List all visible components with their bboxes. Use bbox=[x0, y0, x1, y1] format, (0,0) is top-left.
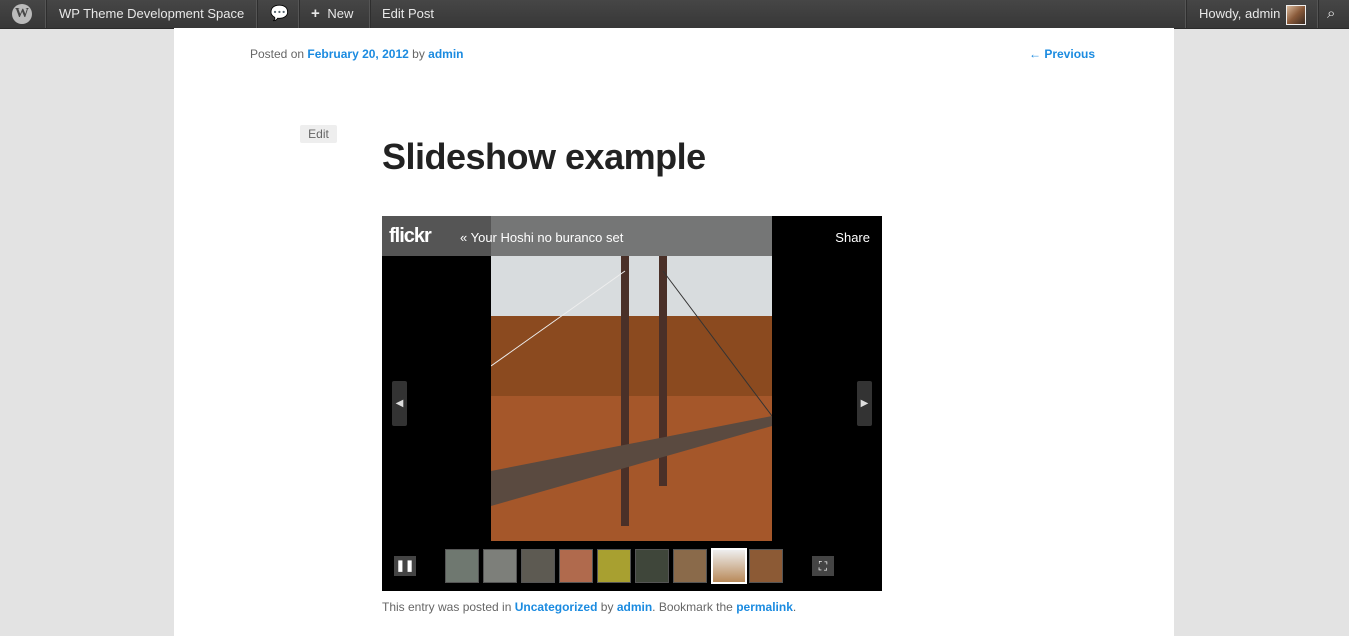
new-content-button[interactable]: + New bbox=[311, 0, 353, 28]
thumbnail[interactable] bbox=[711, 548, 747, 584]
by-label: by bbox=[412, 47, 425, 61]
next-arrow-icon[interactable]: ▶ bbox=[857, 381, 872, 426]
permalink-link[interactable]: permalink bbox=[736, 600, 793, 614]
edit-post-link[interactable]: Edit Post bbox=[382, 0, 434, 28]
entry-footer: This entry was posted in Uncategorized b… bbox=[382, 600, 796, 614]
edit-post-button[interactable]: Edit bbox=[300, 125, 337, 143]
howdy-user-menu[interactable]: Howdy, admin bbox=[1199, 0, 1280, 28]
page-title: Slideshow example bbox=[382, 136, 706, 177]
category-link[interactable]: Uncategorized bbox=[515, 600, 598, 614]
slideshow-photo bbox=[490, 216, 773, 541]
thumbnail[interactable] bbox=[445, 549, 479, 583]
previous-post-link[interactable]: ← Previous bbox=[1029, 47, 1095, 61]
thumbnail[interactable] bbox=[597, 549, 631, 583]
footer-text: . Bookmark the bbox=[652, 600, 733, 614]
new-label: New bbox=[327, 6, 354, 21]
thumbnail[interactable] bbox=[521, 549, 555, 583]
separator bbox=[256, 0, 258, 28]
posted-on-label: Posted on bbox=[250, 47, 305, 61]
thumbnail[interactable] bbox=[483, 549, 517, 583]
author-link[interactable]: admin bbox=[428, 47, 463, 61]
site-name-link[interactable]: WP Theme Development Space bbox=[59, 0, 244, 28]
flickr-logo[interactable]: flickr bbox=[389, 225, 432, 248]
separator bbox=[298, 0, 300, 28]
fullscreen-icon[interactable]: ⛶ bbox=[812, 556, 834, 576]
post-date-link[interactable]: February 20, 2012 bbox=[307, 47, 408, 61]
footer-author-link[interactable]: admin bbox=[617, 600, 652, 614]
separator bbox=[45, 0, 47, 28]
thumbnail[interactable] bbox=[559, 549, 593, 583]
thumbnail[interactable] bbox=[673, 549, 707, 583]
admin-bar: W WP Theme Development Space 💬 + New Edi… bbox=[0, 0, 1349, 29]
page-content: Posted on February 20, 2012 by admin ← P… bbox=[174, 28, 1174, 636]
previous-arrow-icon[interactable]: ◀ bbox=[392, 381, 407, 426]
search-icon[interactable]: ⌕ bbox=[1327, 0, 1335, 28]
avatar[interactable] bbox=[1286, 5, 1306, 25]
photo-set-link[interactable]: « Your Hoshi no buranco set bbox=[460, 230, 623, 245]
bridge-image bbox=[490, 216, 773, 541]
separator bbox=[1317, 0, 1319, 28]
thumbnail[interactable] bbox=[635, 549, 669, 583]
post-meta: Posted on February 20, 2012 by admin bbox=[250, 47, 464, 61]
share-button[interactable]: Share bbox=[835, 230, 870, 245]
post-navigation: ← Previous bbox=[1029, 47, 1095, 61]
plus-icon: + bbox=[311, 5, 320, 22]
comments-icon[interactable]: 💬 bbox=[270, 0, 289, 28]
flickr-slideshow[interactable]: flickr « Your Hoshi no buranco set Share… bbox=[382, 216, 882, 591]
thumbnail[interactable] bbox=[749, 549, 783, 583]
footer-text: by bbox=[600, 600, 614, 614]
footer-text: This entry was posted in bbox=[382, 600, 512, 614]
separator bbox=[369, 0, 371, 28]
footer-text: . bbox=[792, 600, 797, 614]
separator bbox=[1185, 0, 1187, 28]
wordpress-logo-icon[interactable]: W bbox=[12, 4, 32, 24]
pause-icon[interactable]: ❚❚ bbox=[394, 556, 416, 576]
